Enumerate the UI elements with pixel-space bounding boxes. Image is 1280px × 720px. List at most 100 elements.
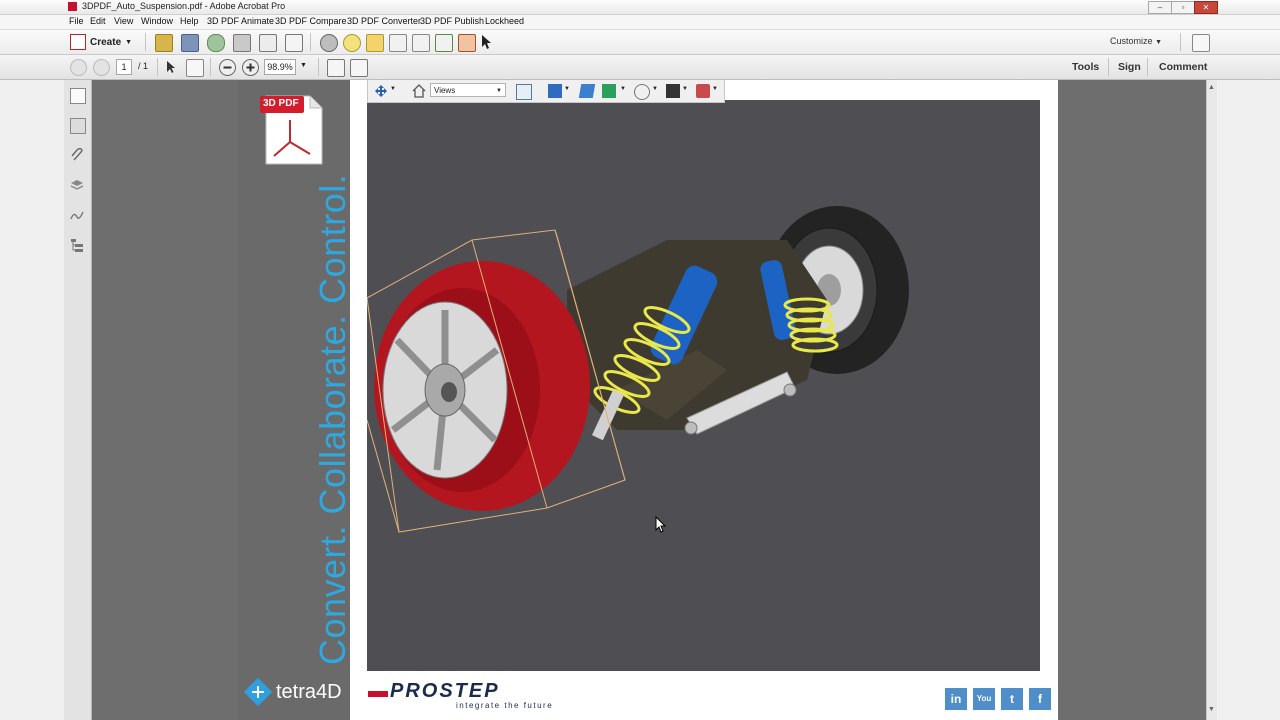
- twitter-label: t: [1010, 692, 1014, 706]
- lighting-icon[interactable]: [602, 84, 616, 98]
- linkedin-icon[interactable]: in: [945, 688, 967, 710]
- comment-pane-button[interactable]: Comment: [1159, 61, 1207, 73]
- menu-3d-pdf-publish[interactable]: 3D PDF Publish: [420, 16, 484, 26]
- tetra4d-logo: tetra4D: [243, 677, 342, 707]
- previous-page-icon[interactable]: [70, 59, 87, 76]
- cross-section-icon[interactable]: [634, 84, 650, 100]
- menu-view[interactable]: View: [114, 16, 133, 26]
- zoom-level-input[interactable]: 98.9%: [264, 59, 296, 75]
- create-button[interactable]: Create ▼: [70, 33, 132, 51]
- open-folder-icon[interactable]: [155, 34, 173, 52]
- bookmarks-icon[interactable]: [70, 118, 86, 134]
- measure-tool-icon[interactable]: [696, 84, 710, 98]
- menu-file[interactable]: File: [69, 16, 84, 26]
- maximize-button[interactable]: ▫: [1171, 1, 1195, 14]
- sign-pane-button[interactable]: Sign: [1118, 61, 1141, 73]
- scroll-up-icon[interactable]: ▲: [1208, 84, 1215, 91]
- chevron-down-icon: ▼: [496, 88, 502, 94]
- create-icon: [70, 34, 86, 50]
- print-icon[interactable]: [233, 34, 251, 52]
- menu-help[interactable]: Help: [180, 16, 199, 26]
- tools-pane-button[interactable]: Tools: [1072, 61, 1099, 73]
- linkedin-label: in: [950, 692, 962, 706]
- views-dropdown[interactable]: Views ▼: [430, 83, 506, 97]
- projection-icon[interactable]: [548, 84, 562, 98]
- menu-window[interactable]: Window: [141, 16, 173, 26]
- zoom-in-icon[interactable]: [242, 59, 259, 76]
- highlight-icon[interactable]: [366, 34, 384, 52]
- signatures-icon[interactable]: [70, 208, 84, 222]
- zoom-dropdown-icon[interactable]: ▼: [300, 62, 307, 69]
- comment-bubble-icon[interactable]: [343, 34, 361, 52]
- customize-menu[interactable]: Customize ▼: [1110, 36, 1162, 46]
- email-icon[interactable]: [285, 34, 303, 52]
- twitter-icon[interactable]: t: [1001, 688, 1023, 710]
- mouse-cursor-icon: [655, 515, 667, 537]
- hand-tool-icon[interactable]: [186, 59, 204, 77]
- save-icon[interactable]: [181, 34, 199, 52]
- fit-page-icon[interactable]: [327, 59, 345, 77]
- menu-3d-pdf-animate[interactable]: 3D PDF Animate: [207, 16, 274, 26]
- tagline-text: Convert. Collaborate. Control.: [312, 173, 353, 665]
- minimize-button[interactable]: –: [1148, 1, 1172, 14]
- layers-icon[interactable]: [70, 178, 84, 192]
- menu-edit[interactable]: Edit: [90, 16, 106, 26]
- attachments-paperclip-icon[interactable]: [70, 147, 84, 162]
- stamp-icon[interactable]: [389, 34, 407, 52]
- chevron-down-icon[interactable]: ▼: [620, 86, 626, 92]
- prostep-wordmark: ▬PROSTEP: [368, 680, 500, 702]
- suspension-3d-model: [367, 206, 909, 533]
- scroll-down-icon[interactable]: ▼: [1208, 706, 1215, 713]
- youtube-icon[interactable]: You: [973, 688, 995, 710]
- zoom-out-icon[interactable]: [219, 59, 236, 76]
- rotate-tool-icon[interactable]: [374, 84, 388, 98]
- select-arrow-icon[interactable]: [481, 34, 491, 50]
- document-export-icon[interactable]: [435, 34, 453, 52]
- menu-lockheed[interactable]: Lockheed: [485, 16, 524, 26]
- close-button[interactable]: ✕: [1194, 1, 1218, 14]
- vertical-scrollbar[interactable]: ▲ ▼: [1206, 80, 1217, 720]
- create-label: Create: [90, 36, 122, 48]
- home-view-icon[interactable]: [412, 84, 426, 98]
- menu-bar: File Edit View Window Help 3D PDF Animat…: [0, 15, 1280, 30]
- page-thumbnails-icon[interactable]: [70, 88, 86, 104]
- views-label: Views: [434, 86, 456, 95]
- full-screen-icon[interactable]: [350, 59, 368, 77]
- chevron-down-icon[interactable]: ▼: [682, 86, 688, 92]
- acrobat-app-icon: [68, 2, 77, 11]
- tetra4d-mark-icon: [243, 677, 273, 707]
- page-number-input[interactable]: 1: [116, 59, 132, 75]
- facebook-label: f: [1038, 692, 1042, 706]
- expand-icon[interactable]: [1192, 34, 1210, 52]
- render-mode-cube-icon[interactable]: [578, 84, 596, 98]
- main-toolbar: Create ▼ Customize ▼: [0, 30, 1280, 55]
- navigation-pane: [64, 80, 92, 720]
- menu-3d-pdf-converter[interactable]: 3D PDF Converter: [347, 16, 421, 26]
- sign-document-icon[interactable]: [458, 34, 476, 52]
- chevron-down-icon[interactable]: ▼: [712, 86, 718, 92]
- chevron-down-icon[interactable]: ▼: [652, 86, 658, 92]
- model-tree-toggle-icon[interactable]: [516, 84, 532, 100]
- 3d-toolbar: ▼ Views ▼ ▼ ▼ ▼ ▼ ▼: [367, 80, 725, 103]
- 3d-model-viewport[interactable]: [367, 100, 1040, 671]
- background-color-icon[interactable]: [666, 84, 680, 98]
- customize-label: Customize: [1110, 36, 1153, 46]
- document-search-icon[interactable]: [412, 34, 430, 52]
- chevron-down-icon[interactable]: ▼: [390, 86, 396, 92]
- edit-pdf-icon[interactable]: [259, 34, 277, 52]
- tetra4d-wordmark: tetra4D: [276, 680, 342, 703]
- facebook-icon[interactable]: f: [1029, 688, 1051, 710]
- select-tool-icon[interactable]: [164, 59, 180, 75]
- settings-gear-icon[interactable]: [320, 34, 338, 52]
- youtube-label: You: [976, 694, 992, 703]
- chevron-down-icon: ▼: [1155, 39, 1162, 46]
- chevron-down-icon[interactable]: ▼: [564, 86, 570, 92]
- 3d-pdf-badge-label: 3D PDF: [263, 98, 299, 109]
- next-page-icon[interactable]: [93, 59, 110, 76]
- prostep-slogan: integrate the future: [456, 701, 554, 710]
- right-gutter: [1216, 80, 1280, 720]
- menu-3d-pdf-compare[interactable]: 3D PDF Compare: [275, 16, 347, 26]
- model-tree-icon[interactable]: [70, 238, 84, 252]
- cloud-upload-icon[interactable]: [207, 34, 225, 52]
- window-title: 3DPDF_Auto_Suspension.pdf - Adobe Acroba…: [82, 1, 286, 11]
